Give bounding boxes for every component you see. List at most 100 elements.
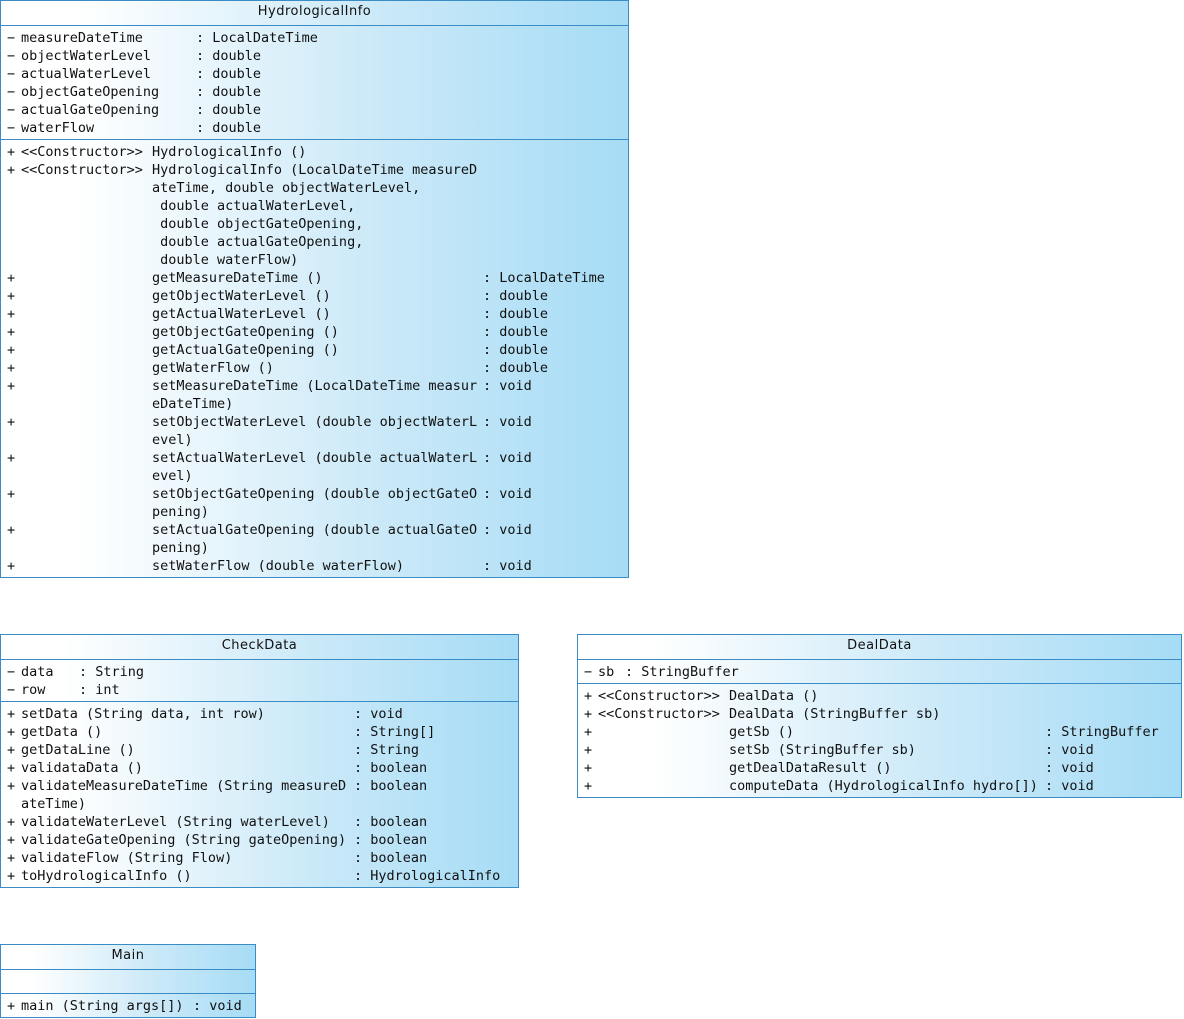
- operation-row: + getActualWaterLevel (): double: [1, 305, 628, 323]
- continuation-content: ateTime): [21, 795, 518, 813]
- operation-continuation: double actualWaterLevel,: [1, 197, 628, 215]
- operation-row: + setSb (StringBuffer sb): void: [578, 741, 1181, 759]
- attribute-content: sb: StringBuffer: [598, 663, 1181, 681]
- operation-name: main (String args[]): [21, 998, 184, 1014]
- operation-stereotype: [21, 287, 152, 305]
- operation-name: setMeasureDateTime (LocalDateTime measur: [152, 378, 478, 394]
- attribute-name: objectGateOpening: [21, 84, 160, 100]
- operation-content: getWaterFlow () : double: [21, 359, 628, 377]
- continuation-content: double actualGateOpening,: [21, 233, 628, 251]
- operation-content: setMeasureDateTime (LocalDateTime measur…: [21, 377, 628, 395]
- class-title: CheckData: [1, 635, 518, 660]
- operation-content: setSb (StringBuffer sb) : void: [598, 741, 1181, 759]
- stereotype-spacer: [21, 503, 152, 521]
- continuation-content: pening): [21, 539, 628, 557]
- operation-name: toHydrologicalInfo (): [21, 868, 192, 884]
- visibility-marker: −: [7, 30, 16, 46]
- operation-row: + computeData (HydrologicalInfo hydro[]):…: [578, 777, 1181, 795]
- stereotype-spacer: [21, 431, 152, 449]
- visibility-marker: +: [7, 706, 16, 722]
- operation-stereotype: <<Constructor>>: [598, 706, 720, 722]
- visibility-spacer: [1, 179, 21, 197]
- operation-continuation: eDateTime): [1, 395, 628, 413]
- visibility-marker: +: [7, 998, 16, 1014]
- operation-continuation: evel): [1, 467, 628, 485]
- operation-stereotype: [598, 723, 729, 741]
- operation-content: toHydrologicalInfo (): HydrologicalInfo: [21, 867, 518, 885]
- attribute-type: : double: [196, 66, 262, 82]
- operation-continuation: ateTime): [1, 795, 518, 813]
- visibility-marker: +: [7, 270, 16, 286]
- operation-name: setActualWaterLevel (double actualWaterL: [152, 450, 478, 466]
- operation-stereotype: [21, 557, 152, 575]
- operation-name: validateFlow (String Flow): [21, 850, 233, 866]
- operation-return-type: : String: [354, 742, 420, 758]
- operation-return-type: : double: [483, 360, 549, 376]
- visibility-marker: +: [7, 486, 16, 502]
- continuation-text: ateTime, double objectWaterLevel,: [152, 180, 421, 196]
- attributes-section: [1, 970, 255, 993]
- attribute-row: − waterFlow: double: [1, 119, 628, 137]
- class-title: HydrologicalInfo: [1, 1, 628, 26]
- operation-name: getActualGateOpening (): [152, 342, 339, 358]
- operation-return-type: : boolean: [354, 832, 428, 848]
- operation-return-type: : void: [1045, 742, 1094, 758]
- operation-content: <<Constructor>> DealData (): [598, 687, 1181, 705]
- operation-name: validateWaterLevel (String waterLevel): [21, 814, 330, 830]
- operation-name: DealData (StringBuffer sb): [729, 706, 941, 722]
- operation-name: HydrologicalInfo (): [152, 144, 307, 160]
- operation-name: validataData (): [21, 760, 143, 776]
- operation-content: validataData (): boolean: [21, 759, 518, 777]
- operation-content: getSb (): StringBuffer: [598, 723, 1181, 741]
- operation-content: setObjectWaterLevel (double objectWaterL…: [21, 413, 628, 431]
- operation-row: + <<Constructor>> HydrologicalInfo (LocalD…: [1, 161, 628, 179]
- operation-content: setWaterFlow (double waterFlow): void: [21, 557, 628, 575]
- operation-row: + toHydrologicalInfo (): HydrologicalInfo: [1, 867, 518, 885]
- continuation-text: pening): [152, 504, 209, 520]
- operation-return-type: : boolean: [354, 850, 428, 866]
- operation-row: + getDataLine (): String: [1, 741, 518, 759]
- visibility-marker: +: [584, 706, 593, 722]
- visibility-spacer: [1, 467, 21, 485]
- operation-continuation: double actualGateOpening,: [1, 233, 628, 251]
- operation-name: getObjectGateOpening (): [152, 324, 339, 340]
- operation-content: validateMeasureDateTime (String measureD…: [21, 777, 518, 795]
- attributes-section: − data: String − row: int: [1, 660, 518, 701]
- visibility-marker: +: [7, 832, 16, 848]
- stereotype-spacer: [21, 395, 152, 413]
- operation-content: validateWaterLevel (String waterLevel) : …: [21, 813, 518, 831]
- operation-return-type: : void: [1045, 778, 1094, 794]
- operation-name: getActualWaterLevel (): [152, 306, 331, 322]
- visibility-marker: +: [7, 760, 16, 776]
- operation-continuation: ateTime, double objectWaterLevel,: [1, 179, 628, 197]
- operation-name: getSb (): [729, 724, 795, 740]
- stereotype-spacer: [21, 251, 152, 269]
- operation-row: + <<Constructor>> HydrologicalInfo (): [1, 143, 628, 161]
- attribute-name: actualWaterLevel: [21, 66, 152, 82]
- operation-row: + validataData (): boolean: [1, 759, 518, 777]
- operation-row: + <<Constructor>> DealData (StringBuffer s…: [578, 705, 1181, 723]
- continuation-content: double objectGateOpening,: [21, 215, 628, 233]
- operation-name: setActualGateOpening (double actualGateO: [152, 522, 478, 538]
- operation-name: getWaterFlow (): [152, 360, 274, 376]
- continuation-text: double actualGateOpening,: [152, 234, 364, 250]
- operation-name: validateGateOpening (String gateOpening): [21, 832, 347, 848]
- operation-continuation: double waterFlow): [1, 251, 628, 269]
- operation-continuation: pening): [1, 503, 628, 521]
- continuation-text: eDateTime): [152, 396, 234, 412]
- attribute-row: − objectWaterLevel: double: [1, 47, 628, 65]
- attribute-content: row: int: [21, 681, 518, 699]
- operations-section: + setData (String data, int row): void + ge…: [1, 701, 518, 887]
- attribute-type: : int: [79, 682, 120, 698]
- operation-return-type: : boolean: [354, 814, 428, 830]
- operation-name: setSb (StringBuffer sb): [729, 742, 916, 758]
- operation-stereotype: [21, 377, 152, 395]
- operation-row: + validateMeasureDateTime (String measure…: [1, 777, 518, 795]
- operation-content: <<Constructor>> DealData (StringBuffer sb…: [598, 705, 1181, 723]
- operation-content: main (String args[]): void: [21, 997, 255, 1015]
- continuation-content: pening): [21, 503, 628, 521]
- attribute-row: − sb: StringBuffer: [578, 663, 1181, 681]
- operation-stereotype: [21, 521, 152, 539]
- attribute-row: − row: int: [1, 681, 518, 699]
- operation-content: getData (): String[]: [21, 723, 518, 741]
